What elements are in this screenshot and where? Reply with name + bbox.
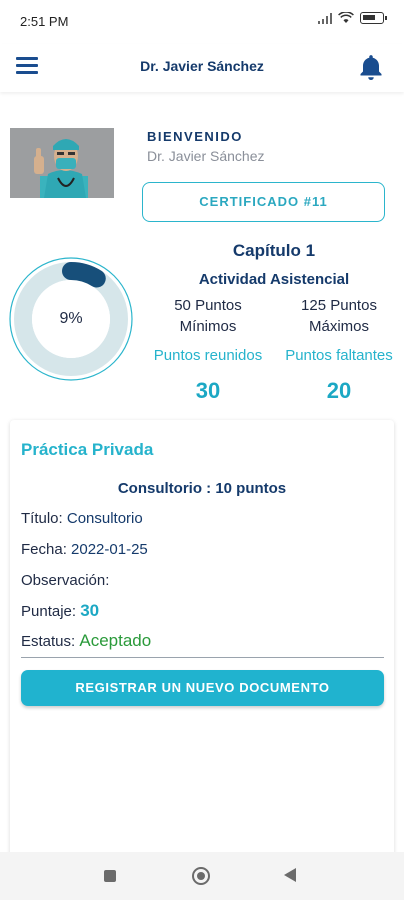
register-document-button[interactable]: REGISTRAR UN NUEVO DOCUMENTO <box>21 670 384 706</box>
title-row: Título: Consultorio <box>21 510 143 527</box>
battery-icon <box>360 12 387 24</box>
status-bar: 2:51 PM <box>0 0 404 44</box>
chapter-title: Capítulo 1 <box>232 241 316 260</box>
score-label: Puntaje: <box>21 603 81 620</box>
welcome-label: BIENVENIDO <box>147 129 243 144</box>
score-row: Puntaje: 30 <box>21 601 99 621</box>
recents-icon[interactable] <box>104 870 116 882</box>
certificate-button[interactable]: CERTIFICADO #11 <box>142 182 385 222</box>
home-icon[interactable] <box>192 867 210 885</box>
max-points: 125 Puntos <box>301 297 377 314</box>
system-nav-bar <box>0 852 404 900</box>
date-label: Fecha: <box>21 541 72 558</box>
missing-points-label: Puntos faltantes <box>285 347 393 364</box>
title-value: Consultorio <box>66 510 143 527</box>
app-bar: Dr. Javier Sánchez <box>0 44 404 92</box>
observation-row: Observación: <box>21 572 109 589</box>
wifi-icon <box>338 12 354 23</box>
max-points-label: Máximos <box>308 318 369 335</box>
status-row: Estatus: Aceptado <box>21 631 151 651</box>
progress-percent-label: 9% <box>59 310 83 327</box>
title-label: Título: <box>21 510 67 527</box>
min-points: 50 Puntos <box>174 297 242 314</box>
collected-points-value: 30 <box>195 378 221 403</box>
back-icon[interactable] <box>284 868 296 882</box>
collected-points-label: Puntos reunidos <box>153 347 263 364</box>
min-points-label: Mínimos <box>179 318 237 335</box>
observation-label: Observación: <box>21 572 110 589</box>
status-value: Aceptado <box>79 631 152 650</box>
bell-icon[interactable] <box>356 52 386 82</box>
doctor-name: Dr. Javier Sánchez <box>147 148 265 164</box>
status-icons <box>318 12 387 24</box>
divider <box>21 657 384 658</box>
date-row: Fecha: 2022-01-25 <box>21 541 148 558</box>
score-value: 30 <box>80 601 100 620</box>
signal-icon <box>318 12 332 24</box>
date-value: 2022-01-25 <box>71 541 148 558</box>
status-label: Estatus: <box>21 633 80 650</box>
missing-points-value: 20 <box>326 378 352 403</box>
record-subtitle: Consultorio : 10 puntos <box>117 480 287 497</box>
status-time: 2:51 PM <box>20 14 69 29</box>
avatar <box>10 128 114 198</box>
section-title: Práctica Privada <box>21 440 154 459</box>
activity-title: Actividad Asistencial <box>198 271 350 288</box>
app-title: Dr. Javier Sánchez <box>140 58 264 74</box>
